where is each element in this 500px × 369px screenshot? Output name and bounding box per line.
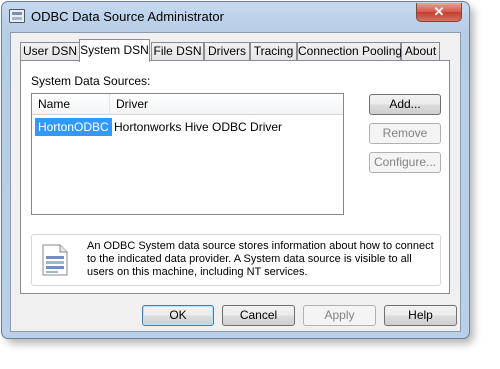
system-data-sources-label: System Data Sources: <box>31 74 151 88</box>
column-header-name[interactable]: Name <box>32 94 110 115</box>
tab-connection-pooling[interactable]: Connection Pooling <box>297 42 402 61</box>
ok-button[interactable]: OK <box>142 305 214 326</box>
info-description: An ODBC System data source stores inform… <box>87 240 434 278</box>
close-button[interactable]: ✕ <box>416 3 462 22</box>
tab-about[interactable]: About <box>401 42 440 61</box>
cancel-button[interactable]: Cancel <box>222 305 295 326</box>
data-source-info-icon <box>42 244 68 276</box>
list-item[interactable]: HortonODBC Hortonworks Hive ODBC Driver <box>32 118 343 136</box>
odbc-dialog-window: ODBC Data Source Administrator ✕ User DS… <box>1 1 470 339</box>
add-button[interactable]: Add... <box>369 94 441 115</box>
tab-user-dsn[interactable]: User DSN <box>20 42 80 61</box>
list-item-driver[interactable]: Hortonworks Hive ODBC Driver <box>114 118 282 136</box>
window-title: ODBC Data Source Administrator <box>31 9 224 24</box>
list-item-name[interactable]: HortonODBC <box>35 118 112 136</box>
title-bar[interactable]: ODBC Data Source Administrator ✕ <box>2 2 469 32</box>
dialog-client-area: User DSN System DSN File DSN Drivers Tra… <box>10 32 461 332</box>
tab-file-dsn[interactable]: File DSN <box>151 42 204 61</box>
help-button[interactable]: Help <box>384 305 457 326</box>
system-dsn-panel: System Data Sources: Name Driver HortonO… <box>20 60 450 294</box>
list-header: Name Driver <box>32 94 343 115</box>
tab-tracing[interactable]: Tracing <box>250 42 297 61</box>
remove-button[interactable]: Remove <box>369 123 441 144</box>
tab-system-dsn[interactable]: System DSN <box>79 39 150 62</box>
apply-button[interactable]: Apply <box>303 305 376 326</box>
info-box: An ODBC System data source stores inform… <box>31 234 441 286</box>
column-header-driver[interactable]: Driver <box>110 94 343 115</box>
tab-drivers[interactable]: Drivers <box>204 42 250 61</box>
data-sources-list[interactable]: Name Driver HortonODBC Hortonworks Hive … <box>31 93 344 215</box>
configure-button[interactable]: Configure... <box>369 152 441 173</box>
odbc-app-icon <box>9 9 25 23</box>
